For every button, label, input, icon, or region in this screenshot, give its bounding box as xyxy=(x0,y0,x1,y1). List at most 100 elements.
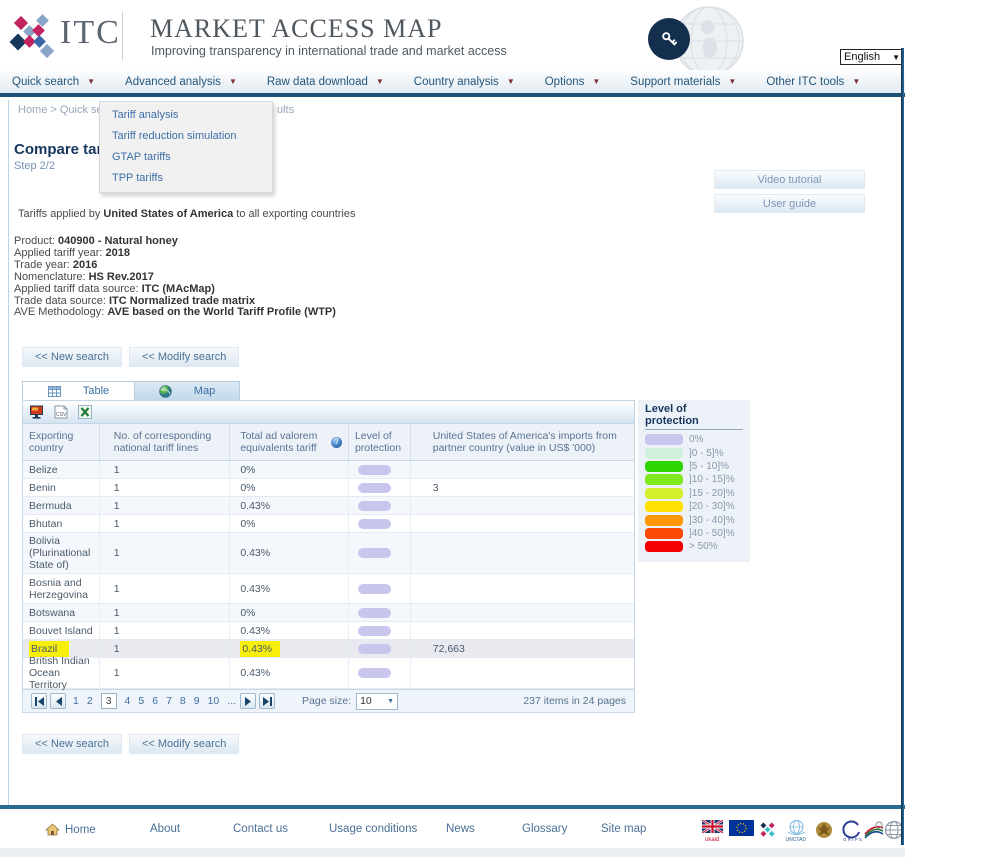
footer-link-contact-us[interactable]: Contact us xyxy=(233,823,288,835)
itc-logo-icon xyxy=(8,10,58,62)
language-select[interactable]: English ▼ xyxy=(840,49,904,65)
nav-support-materials[interactable]: Support materials▼ xyxy=(630,76,736,88)
menu-item-tpp-tariffs[interactable]: TPP tariffs xyxy=(100,168,272,189)
menu-item-tariff-reduction-simulation[interactable]: Tariff reduction simulation xyxy=(100,126,272,147)
pager-last-button[interactable] xyxy=(259,693,275,709)
russia-ministry-logo[interactable] xyxy=(813,820,835,847)
modify-search-button-bottom[interactable]: << Modify search xyxy=(129,734,239,754)
footer-link-home[interactable]: Home xyxy=(45,823,96,836)
info-icon[interactable]: ? xyxy=(331,437,342,448)
itc-footer-logo[interactable] xyxy=(758,820,778,845)
map-globe-icon xyxy=(159,385,172,398)
legend-swatch xyxy=(645,501,683,512)
app-subtitle: Improving transparency in international … xyxy=(151,44,507,58)
tab-table-label: Table xyxy=(83,385,109,397)
page-number-9[interactable]: 9 xyxy=(194,695,200,707)
result-tabs: Table Map xyxy=(22,381,240,400)
itc-logo-text: ITC xyxy=(60,14,121,52)
export-excel-icon[interactable] xyxy=(76,404,93,421)
protection-pill xyxy=(358,668,391,678)
pager-first-button[interactable] xyxy=(31,693,47,709)
page-number-1[interactable]: 1 xyxy=(73,695,79,707)
items-summary: 237 items in 24 pages xyxy=(523,695,626,707)
user-guide-button[interactable]: User guide xyxy=(714,194,865,213)
footer-link-glossary[interactable]: Glossary xyxy=(522,823,567,835)
breadcrumb-tail: ults xyxy=(277,104,294,116)
main-nav: Quick search▼ Advanced analysis▼ Raw dat… xyxy=(0,70,905,97)
nav-quick-search[interactable]: Quick search▼ xyxy=(12,76,95,88)
new-search-button[interactable]: << New search xyxy=(22,347,122,367)
pager-prev-button[interactable] xyxy=(50,693,66,709)
table-row: Benin10%3 xyxy=(23,479,634,497)
protection-pill xyxy=(358,465,391,475)
footer-link-news[interactable]: News xyxy=(446,823,475,835)
unctad-logo[interactable]: UNCTAD xyxy=(784,820,809,847)
nav-raw-data-download[interactable]: Raw data download▼ xyxy=(267,76,384,88)
page-number-2[interactable]: 2 xyxy=(87,695,93,707)
legend-swatch xyxy=(645,474,683,485)
legend-swatch xyxy=(645,541,683,552)
legend-label: ]15 - 20]% xyxy=(689,488,735,499)
table-row: Bouvet Island10.43% xyxy=(23,622,634,640)
detail-ave-methodology: AVE Methodology: AVE based on the World … xyxy=(14,307,336,319)
page-number-6[interactable]: 6 xyxy=(152,695,158,707)
table-header-row: Exporting country No. of corresponding n… xyxy=(23,424,634,461)
content-left-border xyxy=(8,100,9,805)
legend-label: > 50% xyxy=(689,541,718,552)
protection-pill xyxy=(358,501,391,511)
export-doc-icon[interactable] xyxy=(28,404,45,421)
col-tariff-lines: No. of corresponding national tariff lin… xyxy=(100,424,231,460)
tab-table[interactable]: Table xyxy=(22,381,135,400)
tab-map[interactable]: Map xyxy=(135,381,240,400)
footer-link-site-map[interactable]: Site map xyxy=(601,823,646,835)
page-ellipsis[interactable]: ... xyxy=(227,695,236,707)
caret-down-icon: ▼ xyxy=(592,77,600,86)
page-container: ITC MARKET ACCESS MAP Improving transpar… xyxy=(0,0,905,857)
col-level-of-protection: Level of protection xyxy=(349,424,411,460)
page-number-3-current[interactable]: 3 xyxy=(101,693,117,709)
query-details: Product: 040900 - Natural honey Applied … xyxy=(14,236,336,319)
pager-next-button[interactable] xyxy=(240,693,256,709)
legend-swatch xyxy=(645,434,683,445)
legend-swatch xyxy=(645,515,683,526)
page-number-5[interactable]: 5 xyxy=(138,695,144,707)
table-row: Bhutan10% xyxy=(23,515,634,533)
european-union-logo[interactable] xyxy=(729,820,754,842)
nav-other-itc-tools[interactable]: Other ITC tools▼ xyxy=(766,76,860,88)
legend-label: ]5 - 10]% xyxy=(689,461,729,472)
page-number-4[interactable]: 4 xyxy=(125,695,131,707)
wto-logo[interactable] xyxy=(863,820,885,845)
market-access-map-page: ITC MARKET ACCESS MAP Improving transpar… xyxy=(0,0,994,857)
language-selected: English xyxy=(844,51,880,63)
protection-pill xyxy=(358,584,391,594)
footer-link-usage-conditions[interactable]: Usage conditions xyxy=(329,823,417,835)
menu-item-gtap-tariffs[interactable]: GTAP tariffs xyxy=(100,147,272,168)
page-size-select[interactable]: 10▼ xyxy=(356,693,398,710)
protection-pill xyxy=(358,626,391,636)
modify-search-button[interactable]: << Modify search xyxy=(129,347,239,367)
legend-label: 0% xyxy=(689,434,703,445)
page-number-7[interactable]: 7 xyxy=(166,695,172,707)
login-key-icon[interactable] xyxy=(648,18,690,60)
ukaid-logo[interactable]: ukaid xyxy=(702,820,723,847)
new-search-button-bottom[interactable]: << New search xyxy=(22,734,122,754)
legend-label: ]10 - 15]% xyxy=(689,474,735,485)
footer-link-about[interactable]: About xyxy=(150,823,180,835)
legend-swatch xyxy=(645,461,683,472)
svg-text:G R I P S: G R I P S xyxy=(843,837,862,842)
select-arrow-icon: ▼ xyxy=(387,698,394,705)
nav-options[interactable]: Options▼ xyxy=(545,76,601,88)
highlighted-tariff: 0.43% xyxy=(240,641,280,657)
col-ave-tariff: Total ad valorem equivalents tariff? xyxy=(230,424,349,460)
page-number-8[interactable]: 8 xyxy=(180,695,186,707)
page-number-10[interactable]: 10 xyxy=(208,695,220,707)
grips-logo[interactable]: G R I P S xyxy=(840,820,862,847)
export-csv-icon[interactable]: CSV xyxy=(52,404,69,421)
svg-text:CSV: CSV xyxy=(56,412,67,418)
nav-advanced-analysis[interactable]: Advanced analysis▼ xyxy=(125,76,237,88)
legend-label: ]40 - 50]% xyxy=(689,528,735,539)
video-tutorial-button[interactable]: Video tutorial xyxy=(714,170,865,189)
menu-item-tariff-analysis[interactable]: Tariff analysis xyxy=(100,105,272,126)
nav-country-analysis[interactable]: Country analysis▼ xyxy=(414,76,515,88)
page-step: Step 2/2 xyxy=(14,160,55,172)
